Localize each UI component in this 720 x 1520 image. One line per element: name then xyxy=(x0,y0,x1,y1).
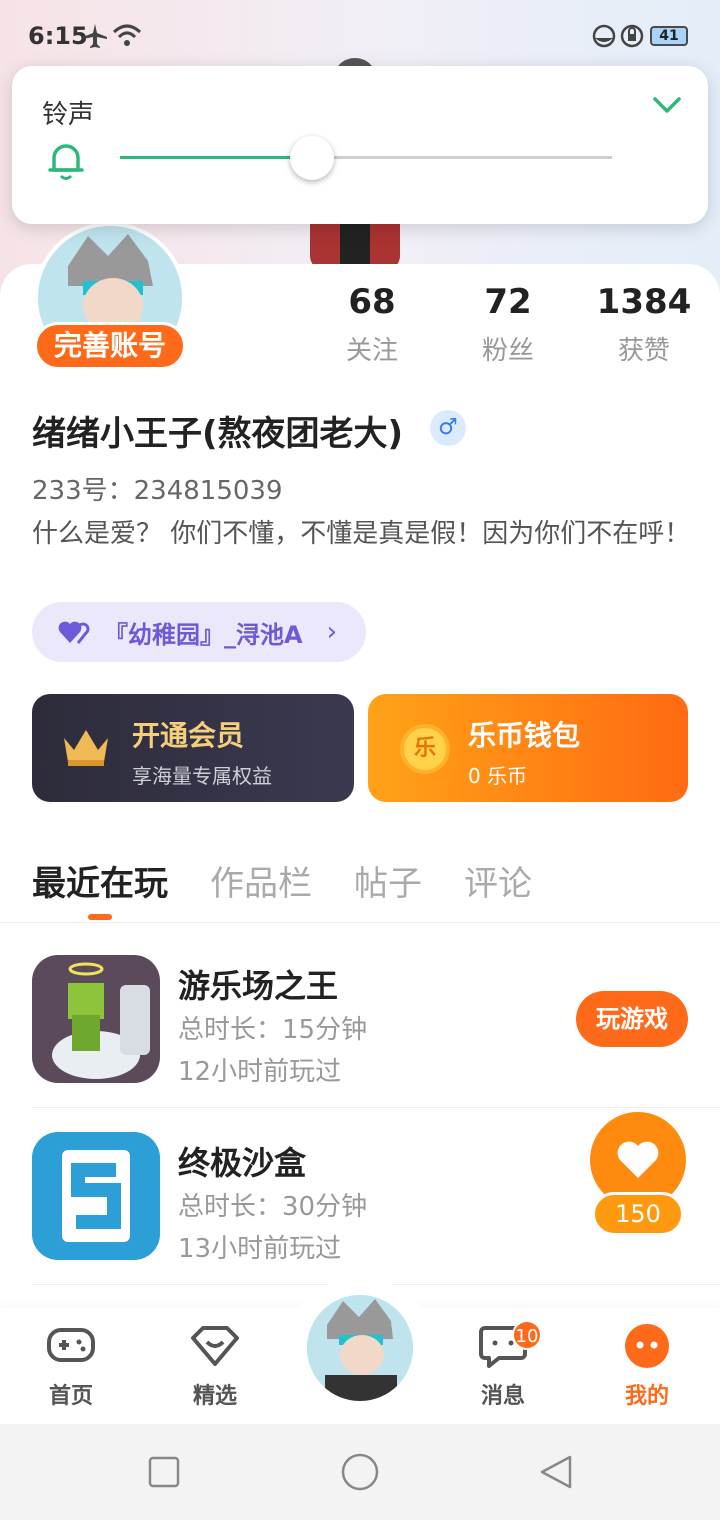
tab-indicator xyxy=(88,914,112,920)
stat-following-label: 关注 xyxy=(345,336,398,366)
status-time: 6:15 xyxy=(28,22,88,50)
profile-tabs: 最近在玩 作品栏 帖子 评论 xyxy=(32,856,532,905)
vip-card[interactable]: 开通会员 享海量专属权益 xyxy=(32,694,354,802)
game-duration: 总时长：15分钟 xyxy=(178,1015,368,1045)
tab-recent-played[interactable]: 最近在玩 xyxy=(32,856,168,905)
wifi-icon xyxy=(112,24,142,46)
volume-track-fill xyxy=(120,156,312,159)
tab-works[interactable]: 作品栏 xyxy=(210,856,312,905)
stat-following-value: 68 xyxy=(348,282,396,322)
wallet-title: 乐币钱包 xyxy=(468,719,581,752)
bio-text: 什么是爱？ 你们不懂，不懂是真是假！因为你们不在呼！ xyxy=(32,519,691,549)
complete-account-button[interactable]: 完善账号 xyxy=(34,322,186,370)
list-item[interactable]: 游乐场之王 总时长：15分钟 12小时前玩过 玩游戏 xyxy=(32,955,720,1105)
nav-label-messages: 消息 xyxy=(480,1384,525,1409)
double-heart-icon xyxy=(58,621,90,644)
status-bar: 6:15 41 xyxy=(0,0,720,72)
game-icon-image xyxy=(32,955,160,1083)
nav-label-me: 我的 xyxy=(624,1384,669,1409)
data-saver-icon xyxy=(592,24,616,48)
volume-slider-knob[interactable] xyxy=(289,136,334,180)
floating-like-button[interactable]: 150 xyxy=(576,1112,688,1236)
play-game-button[interactable]: 玩游戏 xyxy=(576,991,688,1047)
tabs-divider xyxy=(0,922,720,923)
wallet-card[interactable]: 乐 乐币钱包 0 乐币 xyxy=(368,694,688,802)
back-icon[interactable] xyxy=(538,1454,574,1490)
rotation-lock-icon xyxy=(620,24,644,48)
chevron-right-icon: › xyxy=(326,617,337,647)
nav-label-featured: 精选 xyxy=(192,1384,237,1409)
heart-badge-icon xyxy=(191,1326,239,1366)
nav-item-featured[interactable]: 精选 xyxy=(170,1322,260,1410)
nav-item-me[interactable]: 我的 xyxy=(602,1322,692,1410)
group-pill[interactable]: 『幼稚园』_浔池A › xyxy=(32,602,366,662)
game-icon-image xyxy=(32,1132,160,1260)
tab-posts[interactable]: 帖子 xyxy=(354,856,422,905)
nav-item-home[interactable]: 首页 xyxy=(26,1322,116,1410)
home-icon[interactable] xyxy=(340,1452,380,1492)
avatar-image xyxy=(307,1295,413,1401)
stat-likes-label: 获赞 xyxy=(617,336,670,366)
gamepad-icon xyxy=(47,1328,95,1362)
wallet-balance: 0 乐币 xyxy=(468,764,528,788)
vip-subtitle: 享海量专属权益 xyxy=(132,764,272,788)
airplane-mode-icon xyxy=(83,24,107,48)
message-count-badge: 10 xyxy=(512,1320,542,1350)
bell-icon[interactable] xyxy=(46,138,86,182)
nav-center-avatar-button[interactable] xyxy=(304,1292,416,1404)
stat-fans-value: 72 xyxy=(484,282,532,322)
row-divider xyxy=(32,1107,720,1108)
user-id: 233号：234815039 xyxy=(32,476,283,506)
username: 绪绪小王子(熬夜团老大) xyxy=(32,414,404,454)
face-icon xyxy=(625,1324,669,1368)
coin-icon: 乐 xyxy=(400,724,450,774)
game-duration: 总时长：30分钟 xyxy=(178,1192,368,1222)
volume-panel: 铃声 xyxy=(12,66,708,224)
stat-likes[interactable]: 1384 获赞 xyxy=(574,282,714,367)
vip-title: 开通会员 xyxy=(132,719,245,752)
like-count: 150 xyxy=(592,1192,684,1236)
stat-following[interactable]: 68 关注 xyxy=(302,282,442,367)
male-gender-icon: ♂ xyxy=(430,410,466,446)
tab-comments[interactable]: 评论 xyxy=(464,856,532,905)
system-navigation-bar xyxy=(0,1424,720,1520)
nav-label-home: 首页 xyxy=(48,1384,93,1409)
volume-title: 铃声 xyxy=(42,100,95,130)
game-last-played: 12小时前玩过 xyxy=(178,1057,342,1087)
crown-icon xyxy=(64,730,108,766)
battery-indicator: 41 xyxy=(650,26,688,46)
stat-fans-label: 粉丝 xyxy=(481,336,534,366)
game-last-played: 13小时前玩过 xyxy=(178,1234,342,1264)
stat-likes-value: 1384 xyxy=(596,282,692,322)
group-name: 『幼稚园』_浔池A xyxy=(104,620,303,649)
recent-apps-icon[interactable] xyxy=(148,1456,180,1488)
stat-fans[interactable]: 72 粉丝 xyxy=(438,282,578,367)
game-name: 游乐场之王 xyxy=(178,967,339,1005)
chevron-down-icon[interactable] xyxy=(652,94,682,116)
game-name: 终极沙盒 xyxy=(178,1144,307,1182)
